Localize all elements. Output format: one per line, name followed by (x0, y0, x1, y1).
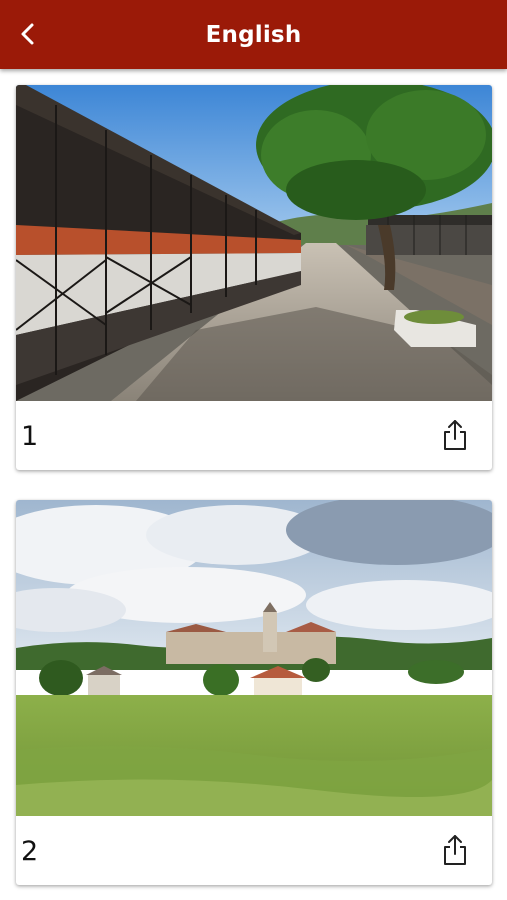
back-button[interactable] (8, 14, 48, 54)
share-button[interactable] (438, 832, 472, 868)
card-image-railway-station[interactable] (16, 85, 492, 401)
card-footer: 1 (16, 401, 492, 470)
page-title: English (205, 22, 302, 48)
share-icon (444, 835, 466, 865)
card-number: 1 (21, 421, 39, 452)
share-icon (444, 420, 466, 450)
chevron-left-icon (21, 23, 34, 45)
share-button[interactable] (438, 417, 472, 453)
card-number: 2 (21, 836, 39, 867)
card-image-village-landscape[interactable] (16, 500, 492, 816)
gallery-card[interactable]: 1 (16, 85, 492, 470)
app-bar: English (0, 0, 507, 69)
gallery-card[interactable]: 2 (16, 500, 492, 885)
card-footer: 2 (16, 816, 492, 885)
